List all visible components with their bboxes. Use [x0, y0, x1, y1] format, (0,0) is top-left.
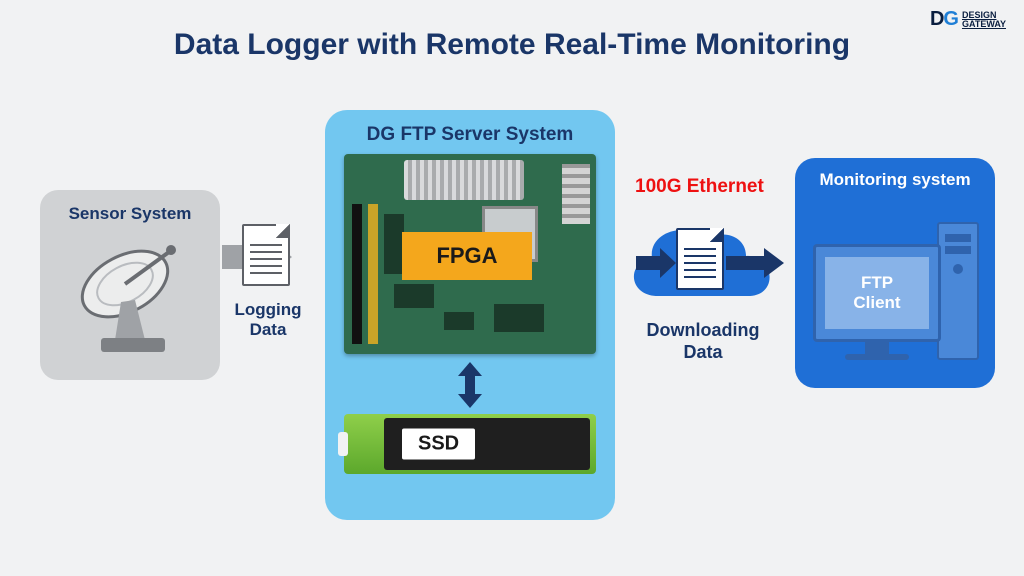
- pc-icon: FTP Client: [807, 200, 983, 360]
- ssd-label: SSD: [402, 429, 475, 460]
- monitoring-system-box: Monitoring system FTP Client: [795, 158, 995, 388]
- download-arrow-right-icon: [726, 248, 784, 278]
- fpga-badge: FPGA: [402, 232, 532, 280]
- server-title: DG FTP Server System: [367, 124, 574, 146]
- ftp-client-label: FTP Client: [825, 257, 929, 329]
- logging-label: Logging Data: [218, 300, 318, 341]
- brand-text: DESIGN GATEWAY: [962, 11, 1006, 29]
- ssd-icon: SSD: [344, 408, 596, 480]
- fpga-board-icon: FPGA: [344, 154, 596, 354]
- download-arrow-left-icon: [636, 248, 676, 278]
- sensor-system-box: Sensor System: [40, 190, 220, 380]
- downloading-label: Downloading Data: [618, 320, 788, 363]
- page-title: Data Logger with Remote Real-Time Monito…: [0, 28, 1024, 62]
- download-document-icon: [676, 228, 724, 290]
- satellite-dish-icon: [65, 232, 195, 367]
- ftp-server-box: DG FTP Server System FPGA SSD: [325, 110, 615, 520]
- ethernet-label: 100G Ethernet: [635, 176, 764, 198]
- pc-tower-icon: [937, 222, 979, 360]
- sensor-title: Sensor System: [69, 204, 192, 224]
- monitor-screen-icon: FTP Client: [813, 244, 941, 342]
- bidirectional-arrow-icon: [458, 362, 482, 408]
- logging-document-icon: [242, 224, 290, 286]
- monitor-title: Monitoring system: [819, 170, 970, 190]
